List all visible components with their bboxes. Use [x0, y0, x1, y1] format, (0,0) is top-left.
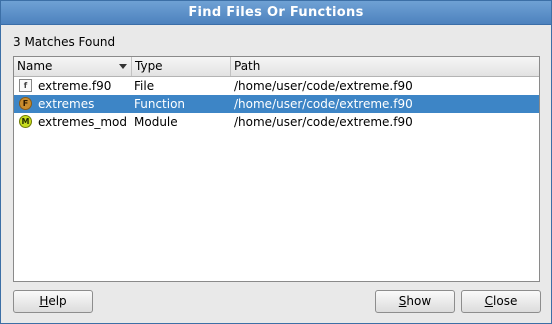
close-label-rest: lose — [493, 294, 518, 308]
result-path: /home/user/code/extreme.f90 — [234, 79, 413, 93]
result-type: Module — [134, 115, 178, 129]
result-row-function[interactable]: F extremes Function /home/user/code/extr… — [14, 95, 539, 113]
column-header-name-label: Name — [17, 59, 53, 73]
results-list[interactable]: Name Type Path f extreme.f90 File /home/… — [13, 56, 540, 282]
column-header-type-label: Type — [135, 59, 163, 73]
help-mnemonic: H — [39, 294, 49, 308]
close-mnemonic: C — [484, 294, 494, 308]
column-header-path-label: Path — [234, 59, 261, 73]
result-path: /home/user/code/extreme.f90 — [234, 115, 413, 129]
sort-descending-icon — [119, 64, 127, 69]
show-label-rest: how — [406, 294, 432, 308]
column-header-path[interactable]: Path — [231, 57, 539, 76]
column-header-name[interactable]: Name — [14, 57, 132, 76]
result-type: File — [134, 79, 155, 93]
result-row-file[interactable]: f extreme.f90 File /home/user/code/extre… — [14, 77, 539, 95]
help-label-rest: elp — [48, 294, 67, 308]
dialog-title: Find Files Or Functions — [1, 1, 551, 25]
result-path: /home/user/code/extreme.f90 — [234, 97, 413, 111]
result-name: extreme.f90 — [38, 79, 112, 93]
result-row-module[interactable]: M extremes_mod Module /home/user/code/ex… — [14, 113, 539, 131]
help-button[interactable]: Help — [13, 290, 93, 313]
module-icon: M — [19, 115, 32, 128]
show-button[interactable]: Show — [375, 290, 455, 313]
results-header: Name Type Path — [14, 57, 539, 77]
column-header-type[interactable]: Type — [132, 57, 231, 76]
result-type: Function — [134, 97, 186, 111]
fortran-file-icon: f — [19, 79, 32, 92]
result-name: extremes — [38, 97, 95, 111]
find-files-dialog: Find Files Or Functions 3 Matches Found … — [0, 0, 552, 324]
function-icon: F — [19, 97, 32, 110]
close-button[interactable]: Close — [461, 290, 541, 313]
match-count-label: 3 Matches Found — [13, 35, 116, 49]
result-name: extremes_mod — [38, 115, 128, 129]
